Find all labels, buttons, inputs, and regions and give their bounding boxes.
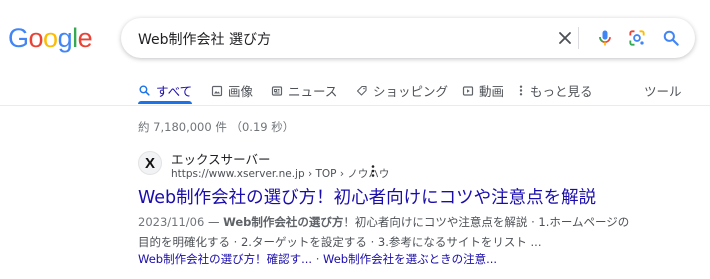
logo-letter: e (77, 23, 93, 53)
lens-camera-icon[interactable] (627, 28, 647, 48)
active-tab-indicator (138, 101, 192, 104)
result-title-link[interactable]: Web制作会社の選び方！初心者向けにコツや注意点を解説 (138, 184, 596, 209)
search-input[interactable]: Web制作会社 選び方 (138, 29, 271, 49)
microphone-icon[interactable] (595, 28, 615, 48)
tab-label: 動画 (479, 84, 505, 99)
site-favicon[interactable]: X (138, 151, 162, 175)
logo-letter: o (28, 23, 44, 53)
tab-tools[interactable]: ツール (644, 81, 682, 100)
tab-label: すべて (156, 84, 193, 99)
sitelinks: Web制作会社の選び方！確認す... · Web制作会社を選ぶときの注意... (138, 251, 497, 267)
logo-letter: o (43, 23, 58, 53)
more-vert-icon (519, 85, 523, 96)
tab-label: もっと見る (530, 84, 593, 99)
search-icon[interactable] (661, 28, 681, 48)
tab-news[interactable]: ニュース (271, 81, 337, 100)
site-url[interactable]: https://www.xserver.ne.jp › TOP › ノウハウ (171, 166, 389, 181)
tab-images[interactable]: 画像 (211, 81, 253, 100)
sitelink[interactable]: Web制作会社を選ぶときの注意... (323, 252, 497, 266)
news-icon (271, 85, 283, 96)
result-stats: 約 7,180,000 件 （0.19 秒） (138, 120, 295, 134)
snippet-highlight: Web制作会社の選び方 (223, 215, 344, 229)
sitelink-separator: · (312, 252, 324, 266)
tag-icon (356, 85, 367, 96)
snippet-dash: — (204, 215, 224, 229)
tab-videos[interactable]: 動画 (462, 81, 504, 100)
search-icon (139, 85, 150, 96)
snippet-date: 2023/11/06 (138, 215, 205, 229)
search-tabs: すべて 画像 ニュース ショッピング 動画 もっと見る ツール (0, 76, 710, 104)
tab-label: ツール (644, 84, 682, 99)
result-snippet: 2023/11/06 — Web制作会社の選び方！初心者向けにコツや注意点を解説… (138, 212, 638, 252)
image-icon (211, 85, 223, 96)
logo-letter: g (57, 23, 73, 53)
search-box[interactable]: Web制作会社 選び方 (121, 18, 695, 58)
tab-label: ニュース (288, 84, 338, 99)
tab-all[interactable]: すべて (138, 81, 192, 100)
video-icon (462, 85, 474, 96)
clear-icon[interactable] (555, 28, 575, 48)
tab-more[interactable]: もっと見る (517, 81, 593, 100)
search-divider (578, 27, 579, 49)
sitelink[interactable]: Web制作会社の選び方！確認す... (138, 252, 312, 266)
tab-shopping[interactable]: ショッピング (356, 81, 448, 100)
google-logo[interactable]: Google (8, 22, 93, 54)
tabs-divider (0, 105, 710, 106)
logo-letter: G (8, 23, 29, 53)
more-options-icon[interactable] (366, 164, 380, 178)
tab-label: ショッピング (373, 84, 449, 99)
tab-label: 画像 (228, 84, 254, 99)
